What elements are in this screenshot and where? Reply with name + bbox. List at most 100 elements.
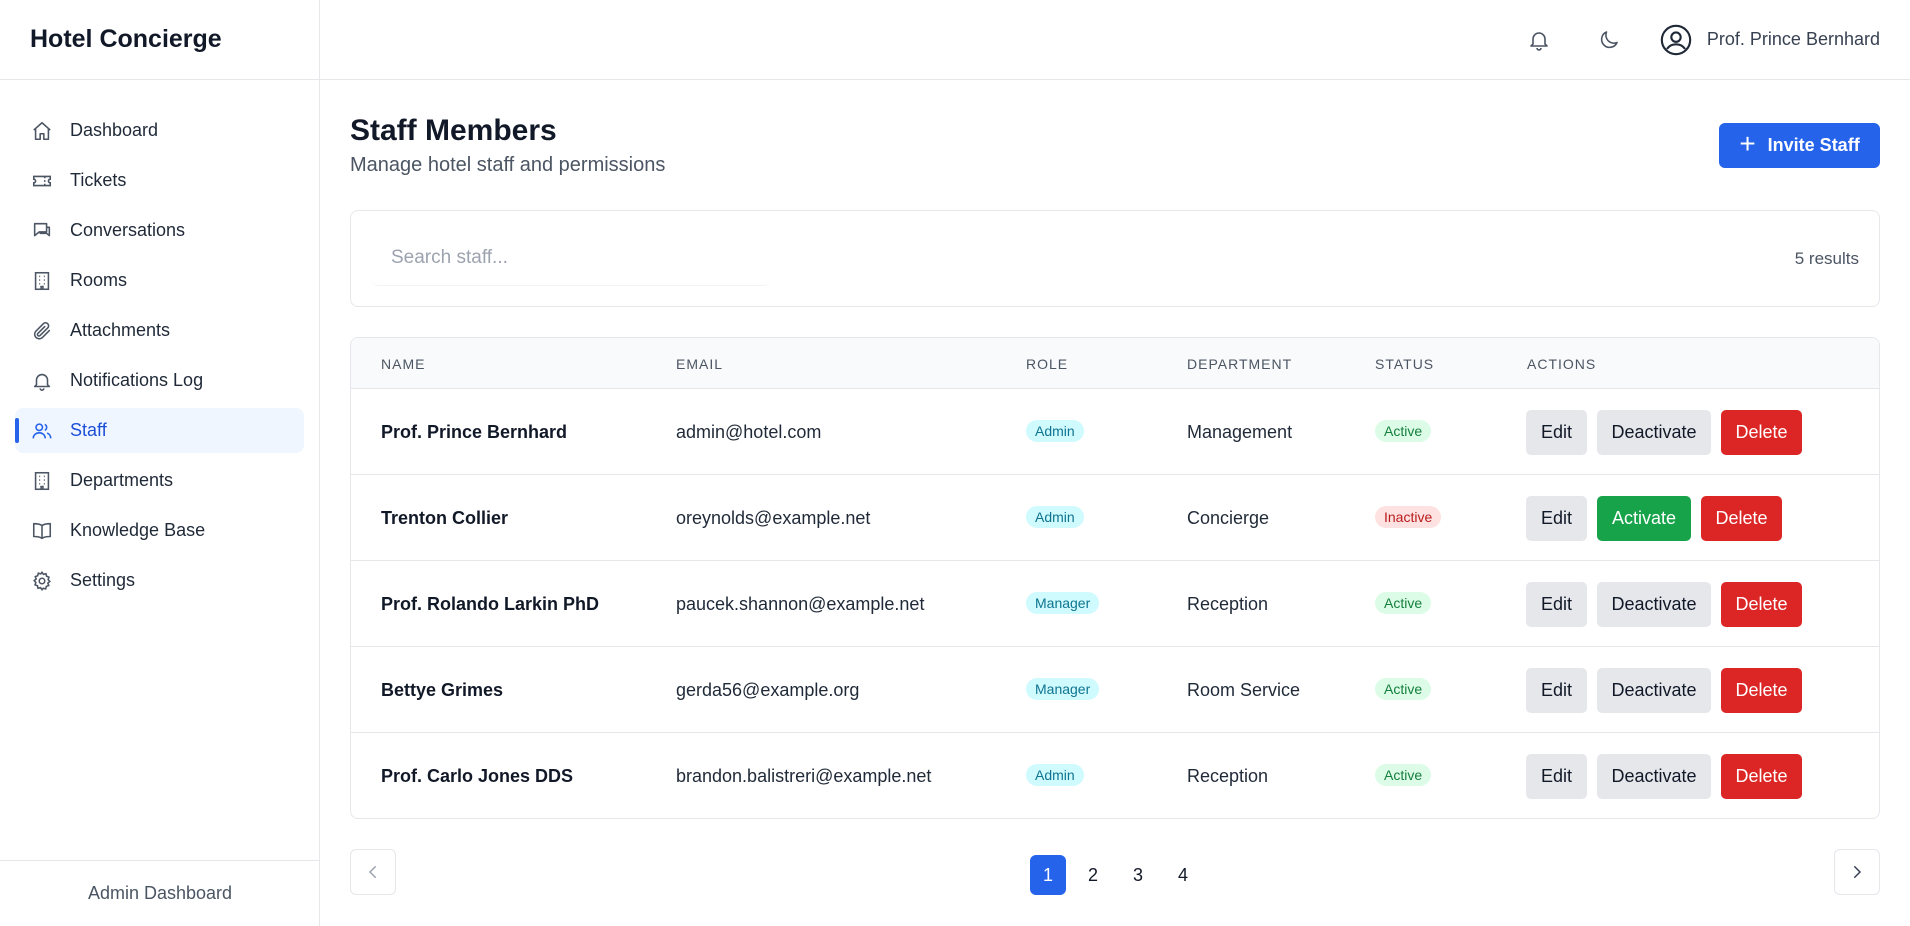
page-2-button[interactable]: 2 (1075, 855, 1111, 895)
sidebar-item-rooms[interactable]: Rooms (15, 258, 304, 303)
sidebar-item-staff[interactable]: Staff (15, 408, 304, 453)
chevron-right-icon (1854, 866, 1862, 878)
edit-button[interactable]: Edit (1526, 668, 1587, 713)
sidebar: Hotel Concierge Dashboard Tickets Conver… (0, 0, 320, 926)
user-avatar-icon (1659, 23, 1693, 57)
sidebar-item-settings[interactable]: Settings (15, 558, 304, 603)
staff-department: Room Service (1187, 680, 1301, 700)
staff-email: paucek.shannon@example.net (676, 594, 925, 614)
deactivate-button[interactable]: Deactivate (1597, 754, 1711, 799)
row-actions: Edit Deactivate Delete (1526, 668, 1812, 713)
status-badge: Inactive (1375, 506, 1442, 528)
user-menu[interactable]: Prof. Prince Bernhard (1659, 23, 1880, 57)
page-3-button[interactable]: 3 (1120, 855, 1156, 895)
page-header: Staff Members Manage hotel staff and per… (350, 80, 1880, 210)
app-root: Hotel Concierge Dashboard Tickets Conver… (0, 0, 1910, 926)
staff-email: oreynolds@example.net (676, 508, 871, 528)
deactivate-button[interactable]: Deactivate (1597, 668, 1711, 713)
sidebar-item-tickets[interactable]: Tickets (15, 158, 304, 203)
sidebar-item-knowledge-base[interactable]: Knowledge Base (15, 508, 304, 553)
edit-button[interactable]: Edit (1526, 754, 1587, 799)
sidebar-nav: Dashboard Tickets Conversations Rooms At… (0, 80, 319, 603)
staff-email: gerda56@example.org (676, 680, 860, 700)
status-badge: Active (1375, 420, 1432, 442)
building-icon (30, 469, 54, 493)
results-count: 5 results (1794, 249, 1859, 268)
role-badge: Manager (1026, 678, 1100, 700)
sidebar-item-label: Attachments (70, 320, 171, 340)
sidebar-item-dashboard[interactable]: Dashboard (15, 108, 304, 153)
sidebar-item-attachments[interactable]: Attachments (15, 308, 304, 353)
plus-icon: + (1739, 128, 1756, 159)
role-badge: Admin (1026, 420, 1084, 442)
role-badge: Admin (1026, 506, 1084, 528)
page-1-button[interactable]: 1 (1030, 855, 1066, 895)
sidebar-item-departments[interactable]: Departments (15, 458, 304, 503)
role-badge: Manager (1026, 592, 1100, 614)
staff-name: Prof. Rolando Larkin PhD (381, 594, 600, 614)
table-row: Prof. Rolando Larkin PhD paucek.shannon@… (351, 561, 1879, 647)
deactivate-button[interactable]: Deactivate (1597, 582, 1711, 627)
invite-staff-button[interactable]: + Invite Staff (1719, 123, 1880, 168)
ticket-icon (30, 169, 54, 193)
staff-department: Concierge (1187, 508, 1270, 528)
delete-button[interactable]: Delete (1721, 754, 1802, 799)
staff-department: Reception (1187, 766, 1269, 786)
edit-button[interactable]: Edit (1526, 496, 1587, 541)
staff-name: Bettye Grimes (381, 680, 504, 700)
main-content: Staff Members Manage hotel staff and per… (350, 80, 1880, 895)
column-header-role: Role (1026, 356, 1069, 372)
sidebar-item-label: Notifications Log (70, 370, 204, 390)
user-name: Prof. Prince Bernhard (1706, 29, 1880, 49)
search-input[interactable] (371, 231, 771, 286)
table-row: Prof. Carlo Jones DDS brandon.balistreri… (351, 733, 1879, 818)
topbar: Prof. Prince Bernhard (320, 0, 1910, 80)
gear-icon (30, 569, 54, 593)
pagination: 1 2 3 4 (350, 849, 1880, 895)
column-header-email: Email (676, 356, 724, 372)
staff-name: Trenton Collier (381, 508, 509, 528)
edit-button[interactable]: Edit (1526, 582, 1587, 627)
staff-department: Management (1187, 422, 1293, 442)
table-row: Bettye Grimes gerda56@example.org Manage… (351, 647, 1879, 733)
column-header-name: Name (381, 356, 426, 372)
previous-page-button[interactable] (350, 849, 396, 895)
sidebar-item-notifications-log[interactable]: Notifications Log (15, 358, 304, 403)
page-numbers: 1 2 3 4 (1030, 855, 1210, 895)
page-subtitle: Manage hotel staff and permissions (350, 154, 666, 176)
sidebar-item-label: Settings (70, 570, 136, 590)
staff-department: Reception (1187, 594, 1269, 614)
app-title: Hotel Concierge (0, 0, 319, 80)
page-4-button[interactable]: 4 (1165, 855, 1201, 895)
role-badge: Admin (1026, 764, 1084, 786)
search-card: 5 results (350, 210, 1880, 307)
bell-icon (30, 369, 54, 393)
invite-staff-label: Invite Staff (1767, 135, 1860, 155)
sidebar-item-label: Rooms (70, 270, 128, 290)
column-header-actions: Actions (1527, 356, 1597, 372)
delete-button[interactable]: Delete (1721, 668, 1802, 713)
next-page-button[interactable] (1834, 849, 1880, 895)
activate-button[interactable]: Activate (1597, 496, 1691, 541)
column-header-department: Department (1187, 356, 1293, 372)
table-row: Prof. Prince Bernhard admin@hotel.com Ad… (351, 389, 1879, 475)
deactivate-button[interactable]: Deactivate (1597, 410, 1711, 455)
staff-table: Name Email Role Department Status Action… (350, 337, 1880, 819)
delete-button[interactable]: Delete (1721, 582, 1802, 627)
sidebar-item-label: Knowledge Base (70, 520, 206, 540)
users-icon (30, 419, 54, 443)
chat-icon (30, 219, 54, 243)
dark-mode-moon-icon[interactable] (1595, 26, 1623, 54)
page-title: Staff Members (350, 114, 557, 147)
edit-button[interactable]: Edit (1526, 410, 1587, 455)
row-actions: Edit Deactivate Delete (1526, 582, 1812, 627)
delete-button[interactable]: Delete (1701, 496, 1782, 541)
sidebar-item-conversations[interactable]: Conversations (15, 208, 304, 253)
status-badge: Active (1375, 592, 1432, 614)
notifications-bell-icon[interactable] (1525, 26, 1553, 54)
sidebar-item-label: Departments (70, 470, 174, 490)
staff-name: Prof. Carlo Jones DDS (381, 766, 574, 786)
delete-button[interactable]: Delete (1721, 410, 1802, 455)
staff-email: brandon.balistreri@example.net (676, 766, 932, 786)
status-badge: Active (1375, 678, 1432, 700)
